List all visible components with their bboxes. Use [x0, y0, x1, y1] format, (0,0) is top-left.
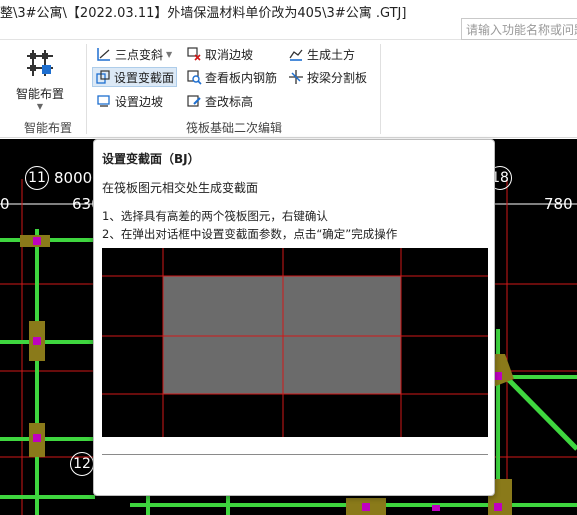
tooltip-title: 设置变截面（BJ）: [102, 152, 200, 166]
set-edge-slope-button[interactable]: 设置边坡: [94, 91, 165, 111]
view-slab-rebar-button[interactable]: 查看板内钢筋: [184, 67, 279, 87]
three-point-slope-icon: [97, 48, 110, 61]
earthwork-icon: [289, 49, 303, 61]
cancel-edge-slope-label: 取消边坡: [205, 47, 254, 62]
group-divider: [86, 44, 87, 134]
ribbon: 智能布置 ▼ 智能布置 三点变斜 ▼ 设置变截面 设置边坡 取消边坡 查看板内钢…: [0, 40, 577, 138]
chevron-down-icon: ▼: [166, 49, 173, 59]
smart-layout-button[interactable]: 智能布置 ▼: [12, 44, 68, 111]
cancel-edge-slope-button[interactable]: 取消边坡: [184, 44, 255, 64]
function-search-input[interactable]: 请输入功能名称或问题: [461, 18, 577, 40]
three-point-slope-label: 三点变斜: [115, 47, 164, 62]
edit-elevation-icon: [187, 95, 201, 107]
variable-section-icon: [96, 70, 110, 84]
set-variable-section-label: 设置变截面: [114, 70, 175, 85]
three-point-slope-button[interactable]: 三点变斜 ▼: [94, 44, 174, 64]
group-divider: [380, 44, 381, 134]
set-edge-slope-label: 设置边坡: [115, 94, 164, 109]
tooltip-step-1: 1、选择具有高差的两个筏板图元，右键确认: [102, 209, 328, 223]
view-elevation-label: 查改标高: [205, 94, 254, 109]
tooltip-step-2: 2、在弹出对话框中设置变截面参数，点击“确定”完成操作: [102, 227, 398, 241]
view-elevation-button[interactable]: 查改标高: [184, 91, 255, 111]
generate-earthwork-label: 生成土方: [307, 47, 356, 62]
smart-layout-label: 智能布置: [15, 87, 64, 101]
command-tooltip: 设置变截面（BJ） 在筏板图元相交处生成变截面 1、选择具有高差的两个筏板图元，…: [93, 139, 495, 496]
tooltip-preview-image: [102, 248, 488, 437]
tooltip-description: 在筏板图元相交处生成变截面: [102, 181, 259, 195]
set-variable-section-button[interactable]: 设置变截面: [92, 67, 178, 87]
axis-marker-11: 11: [25, 166, 49, 190]
smart-layout-icon: [27, 50, 53, 76]
dimension-label: 8000: [54, 169, 93, 187]
edge-slope-icon: [97, 95, 110, 107]
window-title: 整\3#公寓\【2022.03.11】外墙保温材料单价改为405\3#公寓 .G…: [0, 6, 407, 21]
group-label-raft-edit: 筏板基础二次编辑: [186, 121, 283, 135]
split-by-beam-label: 按梁分割板: [307, 70, 368, 85]
title-bar: 整\3#公寓\【2022.03.11】外墙保温材料单价改为405\3#公寓 .G…: [0, 0, 577, 40]
variable-section-preview: [102, 248, 488, 437]
view-slab-rebar-label: 查看板内钢筋: [205, 70, 278, 85]
chevron-down-icon: ▼: [36, 102, 44, 111]
dimension-label: 780: [544, 195, 573, 213]
group-label-smart-layout: 智能布置: [24, 121, 73, 135]
generate-earthwork-button[interactable]: 生成土方: [286, 44, 357, 64]
tooltip-divider: [102, 454, 488, 455]
axis-marker-12: 12: [70, 452, 94, 476]
split-by-beam-button[interactable]: 按梁分割板: [286, 67, 369, 87]
view-rebar-icon: [187, 70, 202, 85]
dimension-label: 0: [0, 195, 10, 213]
cancel-edge-slope-icon: [187, 47, 201, 61]
split-slab-icon: [289, 70, 303, 84]
